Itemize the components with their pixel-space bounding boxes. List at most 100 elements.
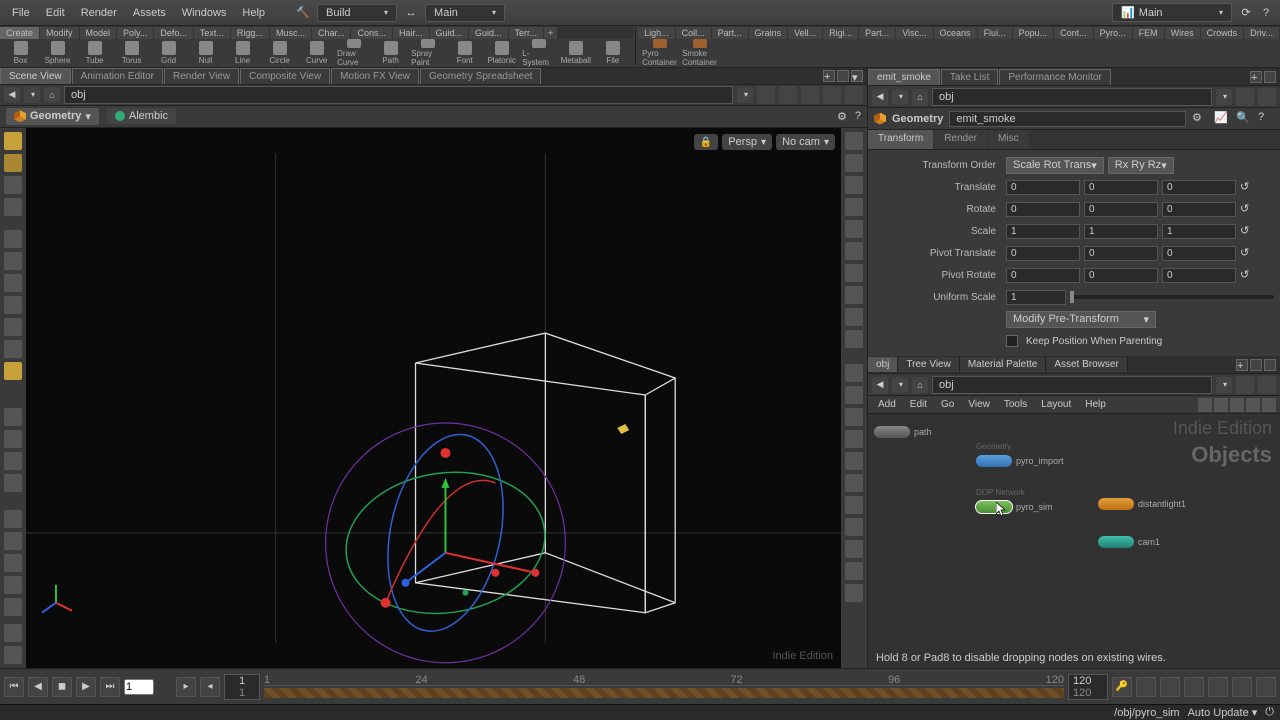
pivotr-reset-icon[interactable]: ↺ [1240,268,1254,282]
net-plus[interactable]: + [1236,359,1248,371]
rtool-1[interactable] [845,132,863,150]
translate-z[interactable] [1162,180,1236,195]
rtool-3[interactable] [845,176,863,194]
shelf-tab[interactable]: Cons... [351,27,393,39]
shelf-tool[interactable]: Pyro Container [642,39,678,67]
pane-tab[interactable]: Take List [941,69,998,85]
pane-menu[interactable]: ▾ [851,70,863,82]
net-path-field[interactable]: obj [932,376,1212,394]
network-canvas[interactable]: Indie Edition Objects path Geometry pyro… [868,414,1280,668]
shelf-tool[interactable]: Grid [152,39,185,67]
pane-tab[interactable]: Animation Editor [72,68,163,84]
shelf-tab[interactable]: Rigg... [231,27,270,39]
arrows-icon[interactable]: ↔ [403,5,419,21]
shelf-tool[interactable]: Spray Paint [411,39,444,67]
r-nav-history-icon[interactable] [892,89,908,105]
shelf-tool[interactable]: Circle [263,39,296,67]
rotation-order-dropdown[interactable]: Rx Ry Rz▾ [1108,157,1174,174]
menu-windows[interactable]: Windows [174,3,235,23]
house-icon[interactable]: ⌂ [44,87,60,103]
scale-reset-icon[interactable]: ↺ [1240,224,1254,238]
rtool-17[interactable] [845,496,863,514]
tool-j[interactable] [4,452,22,470]
pane-tab[interactable]: Composite View [240,68,330,84]
shelf-tab[interactable]: Popu... [1013,27,1055,39]
shelf-tab[interactable]: Hair... [393,27,430,39]
rtool-19[interactable] [845,540,863,558]
r-path-dropdown[interactable] [1216,89,1232,105]
menu-help[interactable]: Help [234,3,273,23]
net-menu[interactable] [1264,359,1276,371]
nav-history-icon[interactable] [24,87,40,103]
shelf-tool[interactable]: Torus [115,39,148,67]
shelf-tool[interactable]: Metaball [559,39,592,67]
path-dropdown[interactable] [737,87,753,103]
shelf-tab[interactable]: Modify [40,27,80,39]
rtool-12[interactable] [845,386,863,404]
node-pyro-import[interactable]: Geometry pyro_import [976,442,1064,467]
tool-r[interactable] [4,646,22,664]
pivott-z[interactable] [1162,246,1236,261]
tl-opt-1[interactable] [1136,677,1156,697]
network-menu-item[interactable]: Edit [904,397,933,412]
rotate-y[interactable] [1084,202,1158,217]
shelf-tab[interactable]: Coll... [676,27,712,39]
pane-tab[interactable]: Scene View [0,68,71,84]
rotate-z[interactable] [1162,202,1236,217]
rotate-reset-icon[interactable]: ↺ [1240,202,1254,216]
net-path-dropdown[interactable] [1216,377,1232,393]
pane-tab[interactable]: Motion FX View [331,68,419,84]
shelf-tab[interactable]: Vell... [788,27,823,39]
ghost-icon[interactable] [779,86,797,104]
pane-tab[interactable]: Performance Monitor [999,69,1110,85]
shelf-tab[interactable]: Wires [1165,27,1201,39]
shelf-tab[interactable]: Poly... [117,27,154,39]
pane-tab[interactable]: emit_smoke [868,69,940,85]
shelf-tab[interactable]: Flui... [978,27,1013,39]
object-subtype-chip[interactable]: Alembic [107,108,176,124]
shelf-tool[interactable]: File [596,39,629,67]
r-pane-plus[interactable]: + [1250,71,1262,83]
tool-l[interactable] [4,510,22,528]
param-name-field[interactable]: emit_smoke [949,111,1186,127]
shelf-tab[interactable]: Pyro... [1094,27,1133,39]
param-tab[interactable]: Transform [868,130,934,149]
shelf-tab[interactable]: Terr... [509,27,545,39]
gear-icon[interactable]: ⚙ [1192,111,1208,127]
r-pane-max[interactable] [1264,71,1276,83]
uniform-scale-slider[interactable] [1070,295,1274,299]
status-icon[interactable]: ⏻ [1265,706,1274,719]
tool-b[interactable] [4,252,22,270]
network-menu-item[interactable]: Help [1079,397,1112,412]
shelf-tool[interactable]: Tube [78,39,111,67]
rtool-20[interactable] [845,562,863,580]
select-tool[interactable] [4,132,22,150]
last-frame-button[interactable]: ⏭ [100,677,120,697]
node-distantlight[interactable]: distantlight1 [1098,498,1186,510]
rtool-10[interactable] [845,330,863,348]
shelf-tab[interactable]: Visc... [896,27,933,39]
first-frame-button[interactable]: ⏮ [4,677,24,697]
net-nav-back-icon[interactable]: ◀ [872,377,888,393]
shelf-tab[interactable]: Part... [859,27,896,39]
rtool-16[interactable] [845,474,863,492]
keep-position-checkbox[interactable] [1006,335,1018,347]
tool-p[interactable] [4,598,22,616]
network-menu-item[interactable]: Go [935,397,960,412]
rtool-15[interactable] [845,452,863,470]
camera-dropdown[interactable]: No cam▾ [776,134,835,150]
translate-y[interactable] [1084,180,1158,195]
snap-icon[interactable] [845,86,863,104]
network-tab[interactable]: Asset Browser [1046,357,1127,372]
shelf-tab[interactable]: Musc... [270,27,312,39]
shelf-tab[interactable]: Ligh... [638,27,676,39]
shelf-tab[interactable]: Guid... [469,27,509,39]
tl-opt-4[interactable] [1208,677,1228,697]
node-cam[interactable]: cam1 [1098,536,1160,548]
help-icon[interactable]: ? [1258,5,1274,21]
shelf-tab[interactable]: Create [0,27,40,39]
net-house-icon[interactable]: ⌂ [912,377,928,393]
r-house-icon[interactable]: ⌂ [912,89,928,105]
tl-opt-5[interactable] [1232,677,1252,697]
shelf-tab[interactable]: Char... [312,27,352,39]
